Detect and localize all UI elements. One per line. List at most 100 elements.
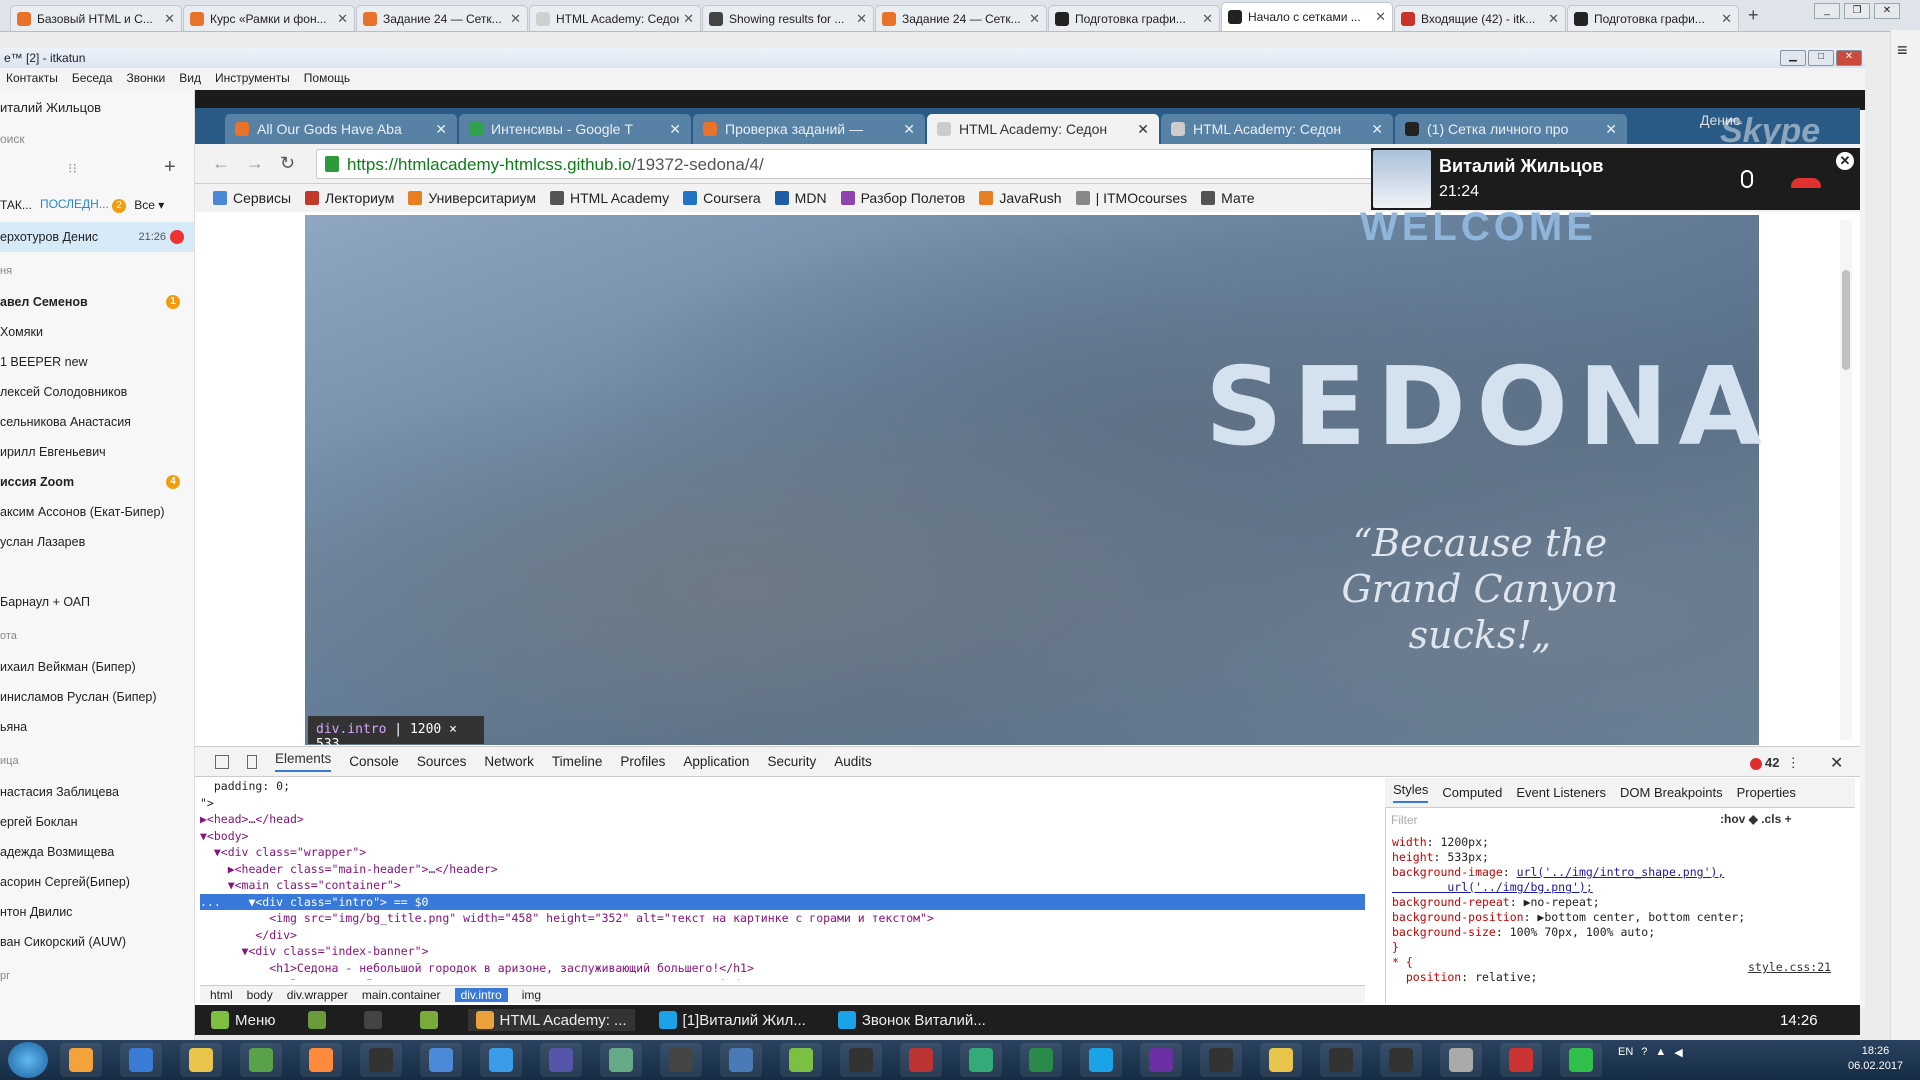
new-tab-icon[interactable]: + (1748, 5, 1759, 26)
devtools-tab[interactable]: Elements (275, 751, 332, 772)
page-scrollbar[interactable] (1840, 220, 1852, 740)
breadcrumb-item[interactable]: img (522, 988, 541, 1002)
tab-close-icon[interactable]: ✕ (1721, 11, 1732, 27)
contact-item[interactable]: настасия Заблицева (0, 777, 194, 807)
tab-close-icon[interactable]: ✕ (435, 121, 447, 138)
taskbar-app[interactable] (480, 1043, 522, 1077)
devtools-tab[interactable]: Console (349, 754, 399, 769)
close-call-bar-icon[interactable]: ✕ (1836, 152, 1854, 170)
skype-menu-item[interactable]: Помощь (304, 71, 350, 85)
close-button[interactable]: ✕ (1874, 3, 1900, 19)
bookmark-item[interactable]: JavaRush (979, 188, 1062, 208)
add-contact-icon[interactable]: + (164, 156, 176, 179)
system-clock[interactable]: 18:26 06.02.2017 (1848, 1044, 1903, 1074)
style-declaration[interactable]: height: 533px; (1392, 850, 1842, 865)
os-tab[interactable]: Задание 24 — Сетк... ✕ (875, 5, 1047, 31)
taskbar-app[interactable] (1500, 1043, 1542, 1077)
os-tab[interactable]: HTML Academy: Седона ✕ (529, 5, 701, 31)
style-declaration[interactable]: width: 1200px; (1392, 835, 1842, 850)
style-declaration[interactable]: url('../img/bg.png'); (1392, 880, 1842, 895)
devtools-tab[interactable]: Timeline (552, 754, 603, 769)
skype-minimize-button[interactable]: ▁ (1780, 50, 1806, 66)
network-icon[interactable]: ▲ (1655, 1046, 1666, 1059)
taskbar-app[interactable] (1200, 1043, 1242, 1077)
contact-item[interactable]: ихаил Вейкман (Бипер) (0, 652, 194, 682)
styles-filter-tools[interactable]: :hov ◆ .cls + (1720, 812, 1792, 826)
dom-node-line[interactable]: <p>Рассмотрим 5 причин, по которым седон… (200, 976, 1365, 980)
tab-close-icon[interactable]: ✕ (164, 11, 175, 27)
taskbar-app[interactable] (1140, 1043, 1182, 1077)
contact-item[interactable]: инисламов Руслан (Бипер) (0, 682, 194, 712)
taskbar-app[interactable] (840, 1043, 882, 1077)
taskbar-app[interactable] (1260, 1043, 1302, 1077)
skype-menu-item[interactable]: Звонки (126, 71, 165, 85)
devtools-tab[interactable]: Audits (834, 754, 872, 769)
tab-close-icon[interactable]: ✕ (669, 121, 681, 138)
contact-item[interactable] (0, 557, 194, 587)
microphone-icon[interactable] (1741, 170, 1753, 188)
bookmark-item[interactable]: Университариум (408, 188, 536, 208)
taskbar-app[interactable] (360, 1043, 402, 1077)
taskbar-app[interactable] (1320, 1043, 1362, 1077)
tab-close-icon[interactable]: ✕ (1137, 121, 1149, 138)
contact-item[interactable]: нтон Двилис (0, 897, 194, 927)
tab-close-icon[interactable]: ✕ (1371, 121, 1383, 138)
filter-tab-favorites[interactable]: ТАК... (0, 198, 32, 212)
browser-tab[interactable]: Интенсивы - Google Т ✕ (459, 114, 691, 144)
contact-item[interactable]: иссия Zoom 4 (0, 467, 194, 497)
skype-search-input[interactable]: оиск (0, 126, 194, 152)
bookmark-item[interactable]: Coursera (683, 188, 761, 208)
contact-item[interactable]: ерхотуров Денис 21:26 (0, 222, 194, 252)
tab-close-icon[interactable]: ✕ (337, 11, 348, 27)
panel-item[interactable]: [1]Виталий Жил... (651, 1009, 814, 1031)
contact-item[interactable]: лексей Солодовников (0, 377, 194, 407)
skype-user-name[interactable]: италий Жильцов (0, 90, 194, 126)
panel-item[interactable]: Звонок Виталий... (830, 1009, 994, 1031)
reload-icon[interactable]: ↻ (280, 153, 295, 174)
hang-up-icon[interactable] (1791, 178, 1821, 188)
contact-item[interactable]: авел Семенов 1 (0, 287, 194, 317)
taskbar-app[interactable] (1020, 1043, 1062, 1077)
contact-item[interactable]: ирилл Евгеньевич (0, 437, 194, 467)
contact-item[interactable]: ван Сикорский (AUW) (0, 927, 194, 957)
error-count[interactable]: 42 ⋮ (1750, 755, 1800, 771)
devtools-tab[interactable]: Application (683, 754, 749, 769)
styles-tab[interactable]: Computed (1442, 785, 1502, 800)
breadcrumb-item[interactable]: html (210, 988, 233, 1002)
device-mode-icon[interactable] (247, 754, 257, 769)
taskbar-app[interactable] (180, 1043, 222, 1077)
style-declaration[interactable]: background-position: ▶bottom center, bot… (1392, 910, 1842, 925)
minimize-button[interactable]: _ (1814, 3, 1840, 19)
browser-tab[interactable]: Проверка заданий — ✕ (693, 114, 925, 144)
start-button[interactable] (8, 1042, 48, 1078)
style-declaration[interactable]: background-image: url('../img/intro_shap… (1392, 865, 1842, 880)
taskbar-app[interactable] (900, 1043, 942, 1077)
devtools-tab[interactable]: Profiles (620, 754, 665, 769)
tab-close-icon[interactable]: ✕ (510, 11, 521, 27)
breadcrumb-item[interactable]: main.container (362, 988, 441, 1002)
contact-item[interactable]: асорин Сергей(Бипер) (0, 867, 194, 897)
breadcrumb-item[interactable]: div.wrapper (287, 988, 348, 1002)
devtools-close-icon[interactable]: ✕ (1830, 753, 1843, 773)
contact-item[interactable]: 1 BEEPER new (0, 347, 194, 377)
browser-tab[interactable]: HTML Academy: Седон ✕ (1161, 114, 1393, 144)
browser-tab[interactable]: HTML Academy: Седон ✕ (927, 114, 1159, 144)
devtools-tab[interactable]: Sources (417, 754, 467, 769)
taskbar-app[interactable] (420, 1043, 462, 1077)
tab-close-icon[interactable]: ✕ (856, 11, 867, 27)
tab-close-icon[interactable]: ✕ (1202, 11, 1213, 27)
os-tab[interactable]: Входящие (42) - itk... ✕ (1394, 5, 1566, 31)
contact-item[interactable]: услан Лазарев (0, 527, 194, 557)
dom-node-line[interactable]: ▼<body> (200, 828, 1365, 845)
breadcrumb-item[interactable]: body (247, 988, 273, 1002)
bookmark-item[interactable]: Разбор Полетов (840, 188, 965, 208)
page-scroll-thumb[interactable] (1842, 270, 1850, 370)
contact-item[interactable]: сельникова Анастасия (0, 407, 194, 437)
styles-tab[interactable]: Properties (1737, 785, 1796, 800)
bookmark-item[interactable]: | ITMOcourses (1075, 188, 1187, 208)
contact-item[interactable]: аксим Ассонов (Екат-Бипер) (0, 497, 194, 527)
taskbar-app[interactable] (960, 1043, 1002, 1077)
panel-item[interactable] (300, 1009, 340, 1031)
devtools-tab[interactable]: Security (767, 754, 816, 769)
forward-icon[interactable]: → (246, 153, 264, 174)
